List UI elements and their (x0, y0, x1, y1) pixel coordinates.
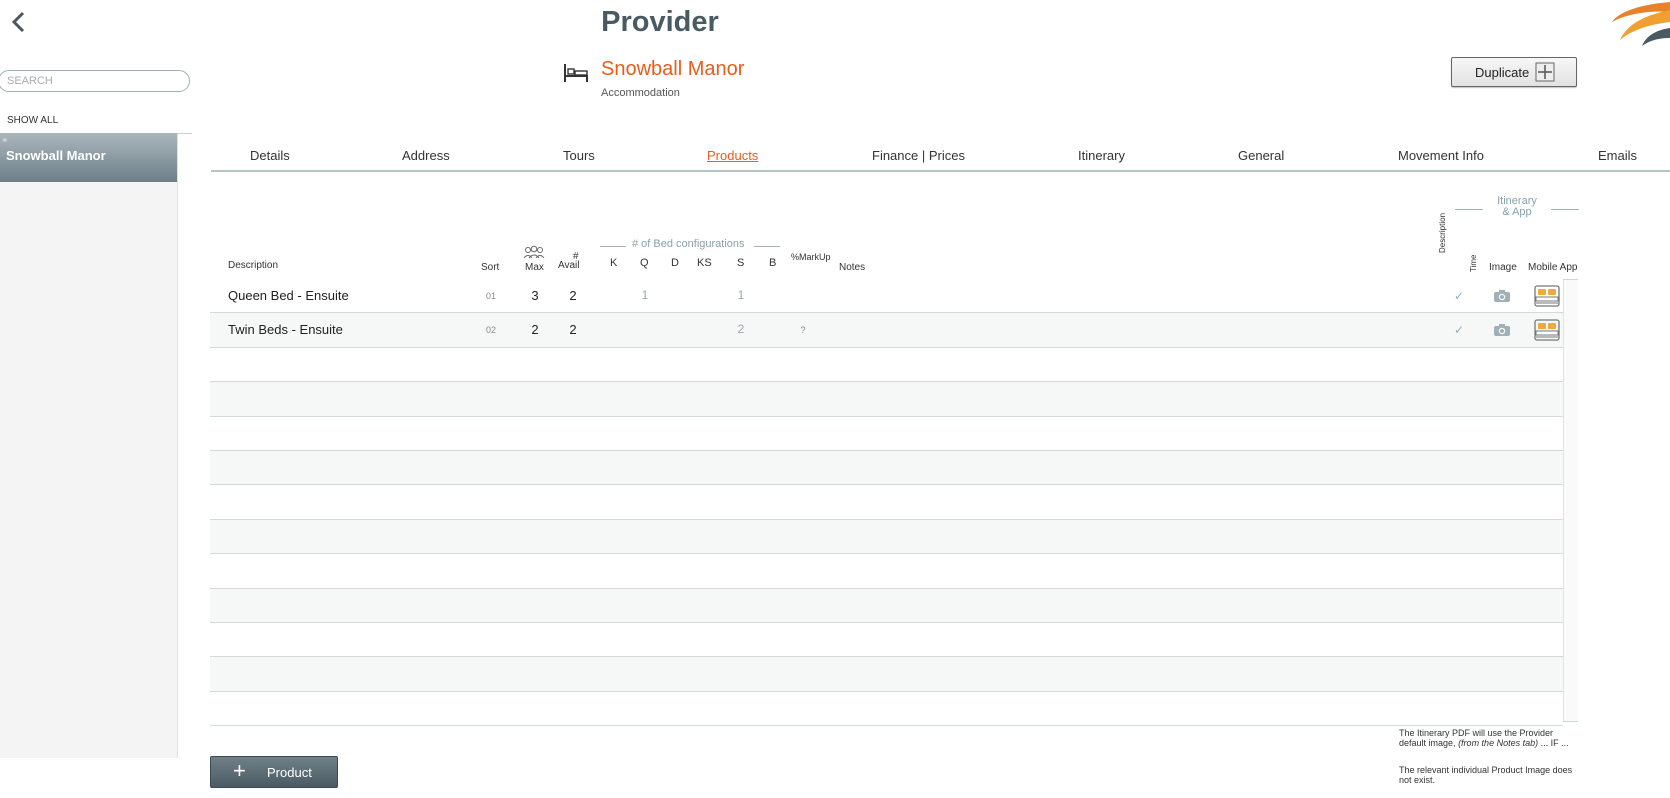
sidebar-list (0, 133, 178, 758)
bed-icon (564, 64, 588, 82)
table-row-empty[interactable] (210, 416, 1563, 451)
duplicate-button-label: Duplicate (1475, 65, 1530, 80)
table-row[interactable]: Queen Bed - Ensuite 01 3 2 1 1 ✓ (210, 279, 1563, 314)
brand-logo (1612, 2, 1670, 46)
col-sort: Sort (481, 262, 500, 273)
product-avail: 2 (569, 322, 577, 338)
table-row-empty[interactable] (210, 485, 1563, 520)
tab-emails[interactable]: Emails (1598, 148, 1637, 163)
camera-icon[interactable] (1493, 289, 1511, 303)
table-scrollbar[interactable] (1563, 280, 1578, 721)
col-q: Q (640, 257, 649, 269)
itin-group-line-right (1551, 209, 1579, 210)
bed-group-line-right (754, 246, 780, 247)
footnote-line1-italic: (from the Notes tab) (1458, 738, 1539, 748)
bed-app-icon[interactable] (1533, 284, 1561, 308)
show-all-link[interactable]: SHOW ALL (7, 115, 58, 126)
tab-products[interactable]: Products (707, 148, 758, 163)
tab-itinerary[interactable]: Itinerary (1078, 148, 1125, 163)
col-itin-description: Description (1438, 212, 1447, 253)
col-b: B (769, 257, 777, 269)
tab-details[interactable]: Details (250, 148, 290, 163)
table-row[interactable]: Twin Beds - Ensuite 02 2 2 2? ✓ (210, 313, 1563, 348)
bed-app-icon[interactable] (1533, 318, 1561, 342)
sidebar-item-label: Snowball Manor (6, 148, 106, 163)
provider-type: Accommodation (601, 87, 680, 99)
check-icon: ✓ (1454, 289, 1465, 303)
footnote-product-image: The relevant individual Product Image do… (1399, 765, 1573, 785)
col-k: K (610, 257, 618, 269)
itin-group-line-left (1455, 209, 1483, 210)
product-bed-q: 1 (641, 288, 649, 302)
table-row-empty[interactable] (210, 554, 1563, 589)
tab-address[interactable]: Address (402, 148, 450, 163)
tab-finance-prices[interactable]: Finance | Prices (872, 148, 965, 163)
col-notes: Notes (839, 262, 866, 273)
add-product-button[interactable]: + Product (210, 756, 338, 788)
table-row-empty[interactable] (210, 623, 1563, 658)
col-s: S (737, 257, 745, 269)
search-input[interactable] (0, 70, 190, 92)
col-max: Max (525, 262, 544, 273)
product-description: Queen Bed - Ensuite (228, 288, 349, 303)
provider-name: Snowball Manor (601, 58, 745, 80)
col-avail: Avail (558, 260, 580, 271)
bed-group-line-left (600, 246, 626, 247)
tab-general[interactable]: General (1238, 148, 1284, 163)
plus-icon: + (233, 758, 246, 783)
product-markup: ? (800, 325, 806, 336)
page-title: Provider (601, 6, 719, 38)
product-bed-s: 1 (737, 288, 745, 302)
table-row-empty[interactable] (210, 382, 1563, 417)
tab-movement-info[interactable]: Movement Info (1398, 148, 1484, 163)
pin-icon: ⚭ (1, 135, 9, 145)
product-sort: 02 (485, 325, 496, 336)
product-sort: 01 (485, 291, 496, 301)
product-bed-s: 2 (737, 322, 745, 337)
add-product-label: Product (267, 765, 312, 780)
col-itin-time: Time (1469, 254, 1478, 272)
col-itinerary-app-2: & App (1502, 206, 1532, 218)
footnote-line1-tail: ... IF ... (1540, 738, 1569, 748)
col-ks: KS (697, 257, 712, 269)
duplicate-button[interactable]: Duplicate (1451, 57, 1577, 87)
footnote-default-image: The Itinerary PDF will use the Provider … (1399, 728, 1574, 748)
table-row-empty[interactable] (210, 691, 1563, 727)
col-bed-configurations: # of Bed configurations (632, 238, 745, 250)
product-max: 2 (531, 322, 539, 338)
product-avail: 2 (569, 288, 577, 303)
table-row-empty[interactable] (210, 588, 1563, 623)
col-mobile-app: Mobile App (1528, 262, 1578, 273)
product-max: 3 (531, 288, 539, 303)
table-row-empty[interactable] (210, 519, 1563, 555)
table-row-empty[interactable] (210, 451, 1563, 486)
table-row-empty[interactable] (210, 347, 1563, 383)
col-markup: %MarkUp (791, 252, 831, 262)
col-image: Image (1489, 262, 1517, 273)
tab-bar: Details Address Tours Products Finance |… (211, 138, 1670, 172)
table-row-empty[interactable] (210, 657, 1563, 692)
plus-square-icon (1535, 62, 1555, 82)
col-description: Description (228, 260, 279, 271)
camera-icon[interactable] (1493, 323, 1511, 337)
sidebar-item-snowball-manor[interactable]: ⚭ Snowball Manor (0, 133, 177, 182)
product-description: Twin Beds - Ensuite (228, 322, 343, 338)
check-icon: ✓ (1454, 323, 1465, 338)
people-group-icon (523, 245, 545, 259)
tab-tours[interactable]: Tours (563, 148, 595, 163)
col-d: D (671, 257, 679, 269)
